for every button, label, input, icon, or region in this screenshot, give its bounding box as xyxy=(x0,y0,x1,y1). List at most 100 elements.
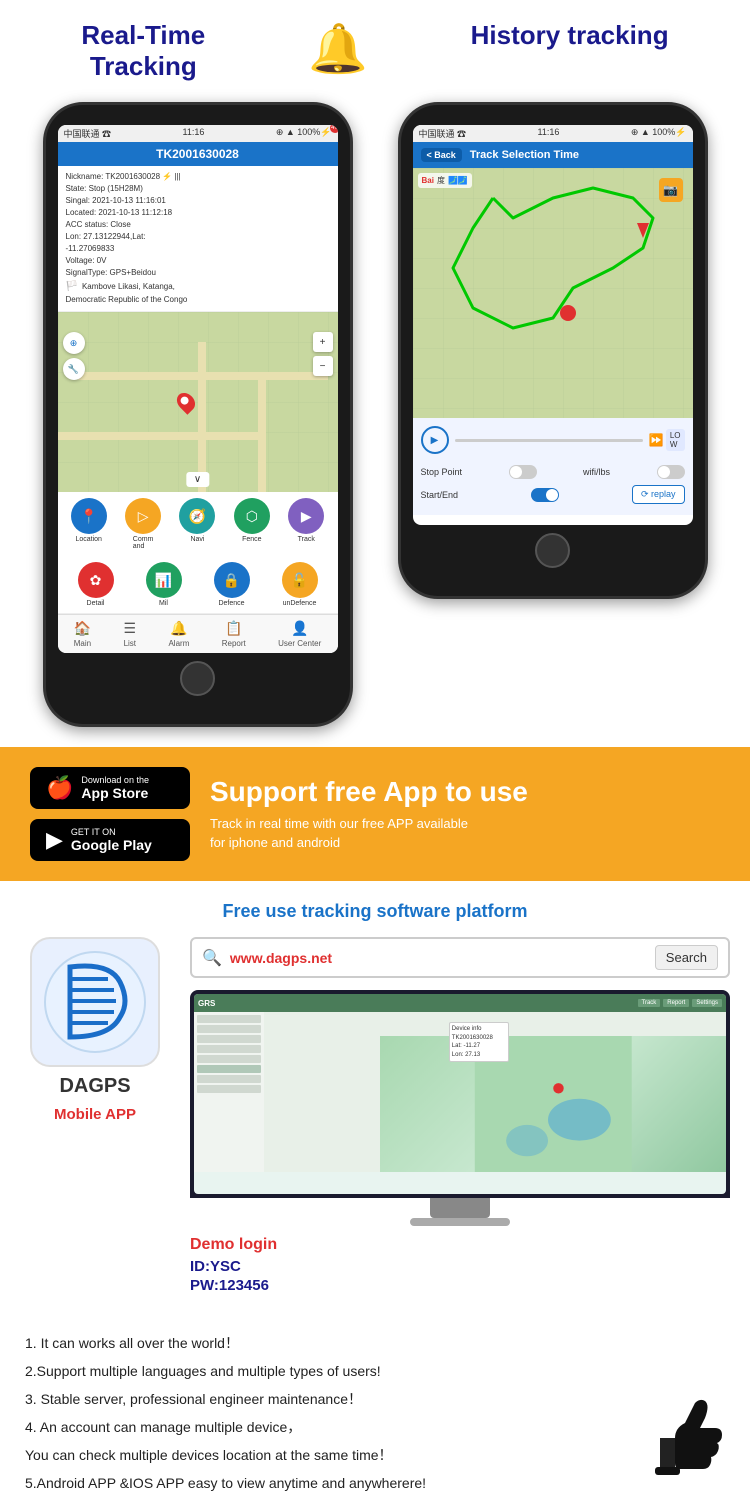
feature-5: You can check multiple devices location … xyxy=(25,1441,725,1469)
info-line-5: ACC status: Close xyxy=(66,219,330,231)
support-title: Support free App to use xyxy=(210,776,720,808)
feature-4: 4. An account can manage multiple device… xyxy=(25,1413,725,1441)
yellow-section: 🍎 Download on the App Store ▶ GET IT ON … xyxy=(0,747,750,881)
phones-section: 中国联通 ☎ 11:16 ⊕ ▲ 100%⚡ TK2001630028 Nick… xyxy=(0,92,750,747)
search-icon: 🔍 xyxy=(202,948,222,968)
bell-icon: 🔔 xyxy=(308,20,368,77)
phone-screen-left: 中国联通 ☎ 11:16 ⊕ ▲ 100%⚡ TK2001630028 Nick… xyxy=(58,125,338,653)
playback-bar: ▶ ⏩ LOW xyxy=(421,426,685,454)
monitor-stand xyxy=(430,1198,490,1218)
start-end-toggle[interactable] xyxy=(531,488,559,502)
grs-nav: Track Report Settings xyxy=(217,999,722,1007)
carrier-left: 中国联通 ☎ xyxy=(64,127,112,140)
platform-section: Free use tracking software platform DAG xyxy=(0,881,750,1314)
features-section: 1. It can works all over the world！ 2.Su… xyxy=(0,1314,750,1512)
btn-location[interactable]: 📍 Location xyxy=(71,498,107,550)
btn-defence-label: Defence xyxy=(218,600,244,607)
nav-report[interactable]: 📋 Report xyxy=(222,620,246,648)
btn-track-label: Track xyxy=(298,536,315,543)
app-logo-block: DAGPS Mobile APP xyxy=(20,937,170,1123)
phone-screen-right: 中国联通 ☎ 11:16 ⊕ ▲ 100%⚡ < Back Track Sele… xyxy=(413,125,693,525)
search-bar[interactable]: 🔍 www.dagps.net Search xyxy=(190,937,730,978)
photo-pin: 📷 xyxy=(659,178,683,202)
app-store-text: Download on the App Store xyxy=(81,775,149,801)
history-title: History tracking xyxy=(471,20,669,51)
nav-main[interactable]: 🏠 Main xyxy=(74,620,91,648)
info-line-7: -11.27069833 xyxy=(66,243,330,255)
play-button[interactable]: ▶ xyxy=(421,426,449,454)
demo-id: ID:YSC xyxy=(190,1258,730,1275)
app-logo-img xyxy=(30,937,160,1067)
home-btn-right[interactable] xyxy=(535,533,570,568)
demo-pw: PW:123456 xyxy=(190,1277,730,1294)
platform-right: 🔍 www.dagps.net Search GRS Track Report xyxy=(190,937,730,1294)
grs-nav-item1: Track xyxy=(638,999,661,1007)
track-map: Bai度🗾🗾 📷 xyxy=(413,168,693,418)
bell-center: 🔔 xyxy=(308,20,368,77)
action-row-2: ✿ Detail 📊 Mil 🔒 Defence 🔓 unDefence xyxy=(58,556,338,614)
grs-row-8 xyxy=(197,1085,261,1093)
nav-user-label: User Center xyxy=(278,639,321,648)
platform-content: DAGPS Mobile APP 🔍 www.dagps.net Search … xyxy=(20,937,730,1294)
device-title-left: TK2001630028 xyxy=(58,142,338,166)
progress-bar[interactable] xyxy=(455,439,643,442)
app-store-large-text: App Store xyxy=(81,785,149,801)
map-controls: + − xyxy=(313,332,333,376)
btn-location-label: Location xyxy=(75,536,101,543)
start-end-row: Start/End ⟳ replay xyxy=(421,482,685,507)
home-btn-left[interactable] xyxy=(180,661,215,696)
mobile-app-label: Mobile APP xyxy=(54,1106,136,1123)
btn-command[interactable]: ▷ Command xyxy=(125,498,161,550)
nav-report-label: Report xyxy=(222,639,246,648)
speed-badge: LOW xyxy=(666,429,685,451)
btn-undefence[interactable]: 🔓 unDefence xyxy=(282,562,318,607)
phone-left: 中国联通 ☎ 11:16 ⊕ ▲ 100%⚡ TK2001630028 Nick… xyxy=(43,102,353,727)
grs-row-2 xyxy=(197,1025,261,1033)
nav-list[interactable]: ☰ List xyxy=(124,620,137,648)
stop-point-toggle[interactable] xyxy=(509,465,537,479)
btn-mil[interactable]: 📊 Mil xyxy=(146,562,182,607)
btn-navi[interactable]: 🧭 Navi xyxy=(179,498,215,550)
status-bar-right: 中国联通 ☎ 11:16 ⊕ ▲ 100%⚡ xyxy=(413,125,693,142)
google-play-icon: ▶ xyxy=(46,827,63,853)
time-right: 11:16 xyxy=(537,127,559,140)
google-play-small-text: GET IT ON xyxy=(71,827,152,837)
app-store-button[interactable]: 🍎 Download on the App Store xyxy=(30,767,190,809)
btn-fence[interactable]: ⬡ Fence xyxy=(234,498,270,550)
demo-login-label: Demo login xyxy=(190,1236,730,1254)
device-info: Nickname: TK2001630028 ⚡ ||| State: Stop… xyxy=(58,166,338,312)
btn-command-label: Command xyxy=(133,536,154,550)
replay-button[interactable]: ⟳ replay xyxy=(632,485,685,504)
wifi-lbs-toggle[interactable] xyxy=(657,465,685,479)
grs-nav-item3: Settings xyxy=(692,999,722,1007)
grs-popup-content: Device info TK2001630028 Lat: -11.27 Lon… xyxy=(452,1025,506,1059)
search-button[interactable]: Search xyxy=(655,945,718,970)
status-bar-left: 中国联通 ☎ 11:16 ⊕ ▲ 100%⚡ xyxy=(58,125,338,142)
grs-row-5 xyxy=(197,1055,261,1063)
nav-user-center[interactable]: 👤 User Center xyxy=(278,620,321,648)
road-v2 xyxy=(258,372,266,492)
thumbs-up-svg xyxy=(630,1383,730,1483)
info-line-8: Voltage: 0V xyxy=(66,255,330,267)
feature-2: 2.Support multiple languages and multipl… xyxy=(25,1357,725,1385)
feature-1: 1. It can works all over the world！ xyxy=(25,1329,725,1357)
info-line-6: Lon: 27.13122944,Lat: xyxy=(66,231,330,243)
expand-btn[interactable]: ∨ xyxy=(186,472,209,487)
left-map-icons: ⊕ 🔧 xyxy=(63,332,85,380)
apple-icon: 🍎 xyxy=(46,775,73,801)
grs-row-3 xyxy=(197,1035,261,1043)
signal-left: ⊕ ▲ 100%⚡ xyxy=(276,127,332,140)
track-controls: ▶ ⏩ LOW Stop Point wifi/lbs xyxy=(413,418,693,515)
btn-detail[interactable]: ✿ Detail xyxy=(78,562,114,607)
btn-defence[interactable]: 🔒 Defence xyxy=(214,562,250,607)
google-play-button[interactable]: ▶ GET IT ON Google Play xyxy=(30,819,190,861)
app-store-small-text: Download on the xyxy=(81,775,149,785)
grs-row-active xyxy=(197,1065,261,1073)
track-header: < Back Track Selection Time xyxy=(413,142,693,168)
bottom-nav-left: 🏠 Main ☰ List 🔔47 Alarm 📋 Report xyxy=(58,614,338,653)
btn-track[interactable]: ▶ Track xyxy=(288,498,324,550)
nav-alarm[interactable]: 🔔47 Alarm xyxy=(168,620,189,648)
back-button[interactable]: < Back xyxy=(421,148,462,162)
nav-alarm-label: Alarm xyxy=(168,639,189,648)
realtime-title: Real-TimeTracking xyxy=(81,20,205,82)
